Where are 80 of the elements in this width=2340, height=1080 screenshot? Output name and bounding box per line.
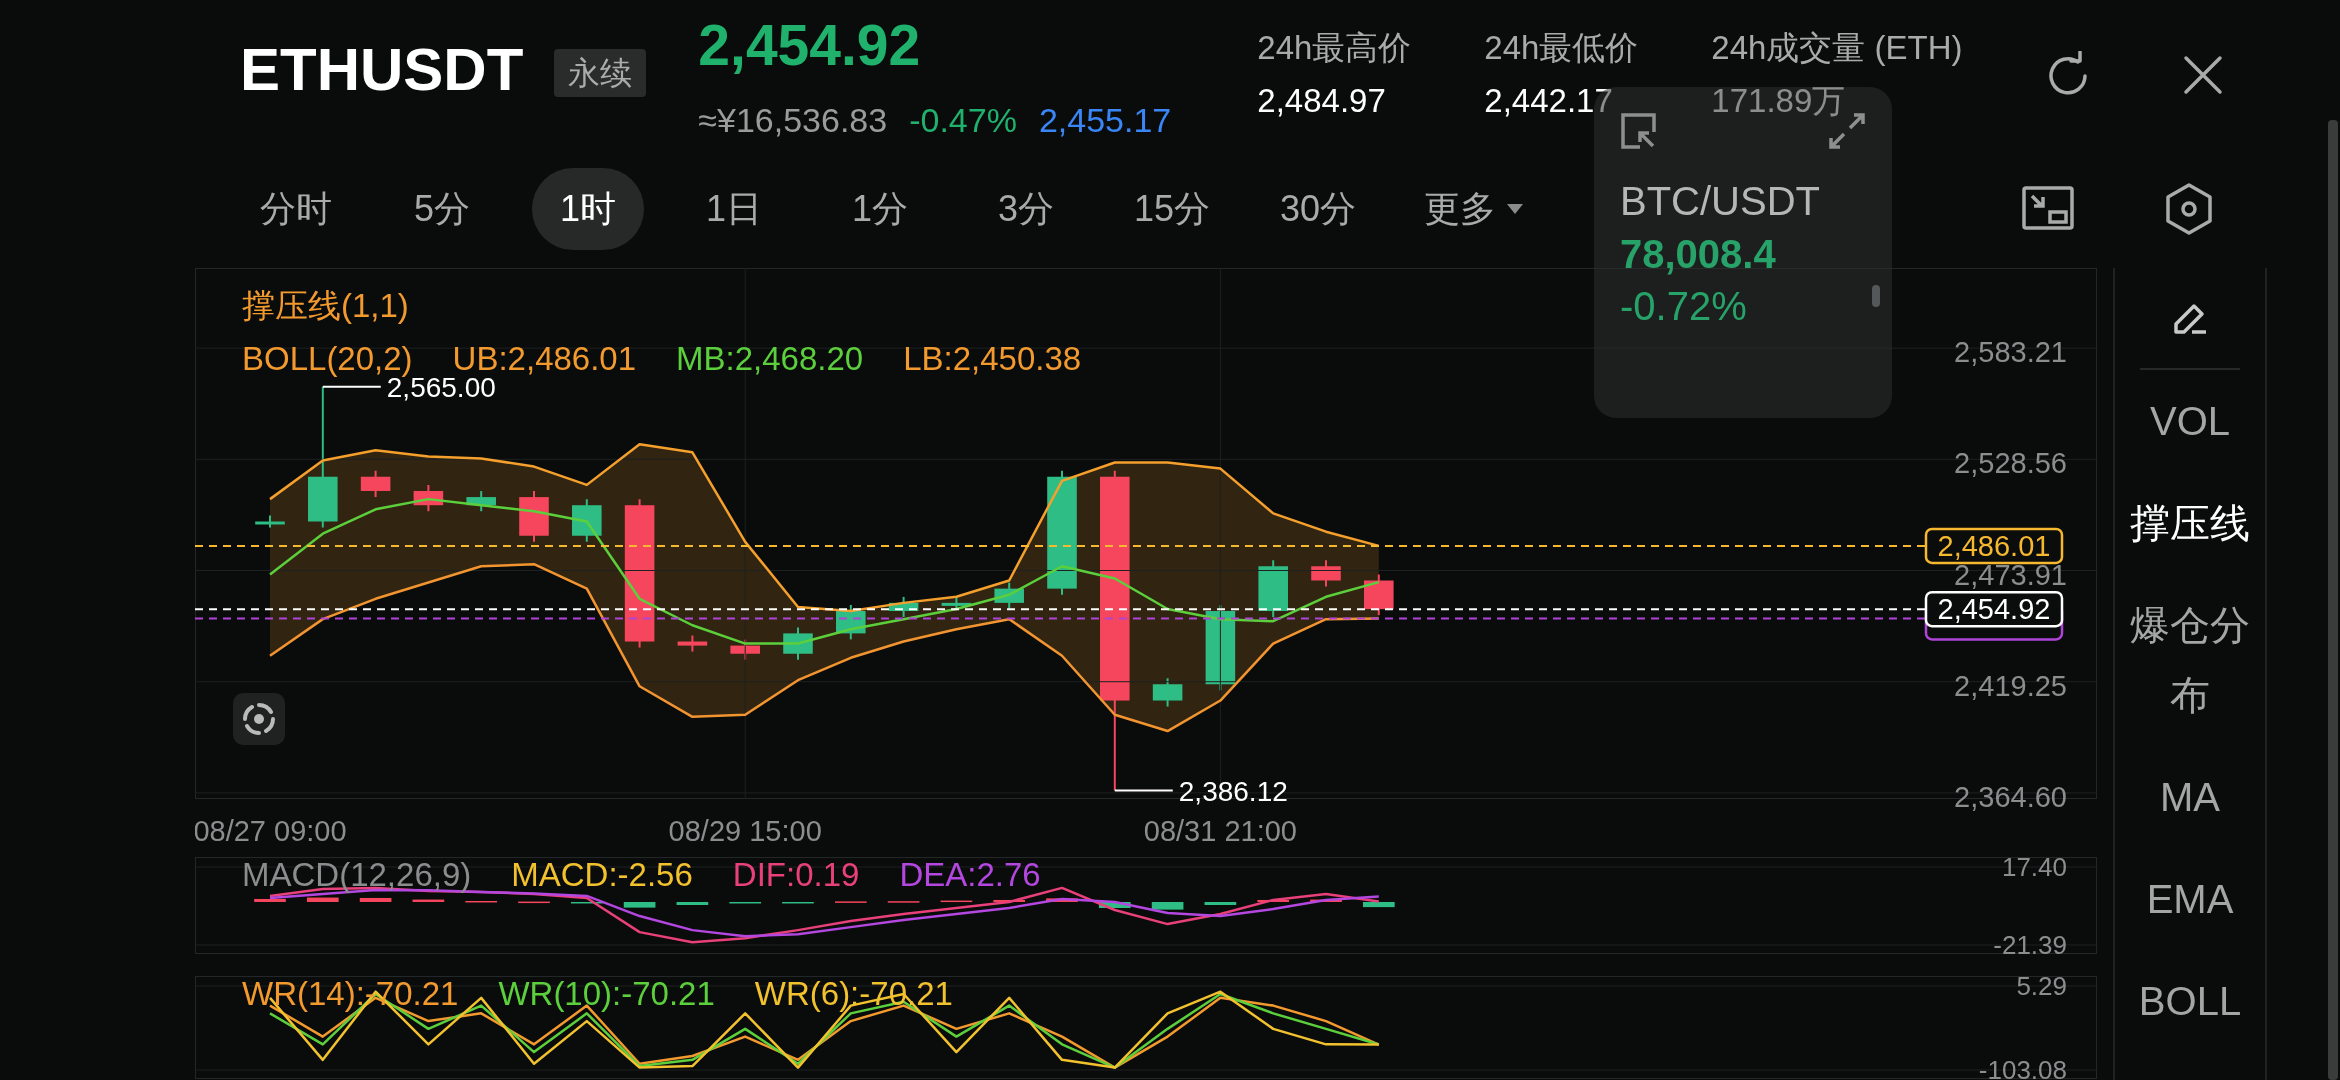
stat-label: 24h成交量 (ETH) xyxy=(1711,30,1963,66)
price-tag: 2,486.01 xyxy=(1924,527,2064,565)
candlestick xyxy=(360,469,391,498)
timeframe-tab[interactable]: 15分 xyxy=(1116,168,1228,250)
timeframe-tab[interactable]: 5分 xyxy=(386,168,498,250)
timeframe-tab[interactable]: 3分 xyxy=(970,168,1082,250)
axis-label: -21.39 xyxy=(1993,930,2067,954)
timeframe-tab[interactable]: 1时 xyxy=(532,168,644,250)
axis-label: 08/31 21:00 xyxy=(1143,815,1297,847)
timeframe-tab[interactable]: 分时 xyxy=(240,168,352,250)
candlestick xyxy=(519,490,549,543)
indicator-tab[interactable]: EMA xyxy=(2125,848,2255,950)
stat-value: 2,442.17 xyxy=(1484,83,1614,119)
legend-label: DIF:0.19 xyxy=(732,857,860,893)
axis-label: 2,364.60 xyxy=(1954,780,2067,813)
legend-label: UB:2,486.01 xyxy=(452,339,637,378)
price-label: 2,386.12 xyxy=(1178,775,1288,807)
leader-line xyxy=(1113,789,1174,792)
indicator-tab[interactable]: BOLL xyxy=(2125,950,2255,1052)
legend-label: WR(6):-70.21 xyxy=(754,976,953,1012)
candlestick xyxy=(1258,559,1288,618)
axis-label: 2,583.21 xyxy=(1954,336,2067,369)
ticker-price: 78,008.4 xyxy=(1620,231,1777,278)
ticker-pair: BTC/USDT xyxy=(1620,178,1821,225)
legend-label: MACD:-2.56 xyxy=(511,857,693,893)
axis-label: 17.40 xyxy=(2001,857,2067,882)
price-tag: 2,454.92 xyxy=(1924,590,2064,628)
stat-value: 171.89万 xyxy=(1711,83,1847,119)
candlestick xyxy=(466,490,496,513)
candlestick xyxy=(730,638,760,661)
contract-tag: 永续 xyxy=(554,49,647,97)
indicator-tab[interactable]: 撑压线 xyxy=(2125,472,2255,574)
axis-label: 08/29 15:00 xyxy=(668,815,822,847)
last-price: 2,454.92 xyxy=(698,17,922,73)
axis-label: 2,419.25 xyxy=(1954,669,2067,702)
candlestick xyxy=(677,634,708,653)
ticker-change: -0.72% xyxy=(1620,283,1748,330)
scroll-thumb[interactable] xyxy=(1872,285,1880,307)
stat-label: 24h最高价 xyxy=(1257,30,1413,66)
swirl-icon xyxy=(241,701,277,737)
indicator-tab[interactable]: MA xyxy=(2125,746,2255,848)
legend-label: LB:2,450.38 xyxy=(903,339,1082,379)
candlestick xyxy=(1364,573,1394,617)
indicator-label: 撑压线(1,1) xyxy=(242,286,410,326)
mark-price: 2,455.17 xyxy=(1038,101,1172,139)
return-window-icon[interactable] xyxy=(1620,112,1658,150)
candlestick xyxy=(1311,559,1341,588)
candlestick xyxy=(413,484,444,513)
stat-value: 2,484.97 xyxy=(1257,83,1387,119)
timeframe-tab[interactable]: 30分 xyxy=(1262,168,1374,250)
legend-label: MACD(12,26,9) xyxy=(242,857,472,893)
axis-label: 08/27 09:00 xyxy=(195,815,347,847)
candlestick xyxy=(1152,677,1183,708)
candlestick xyxy=(941,595,972,610)
scrollbar[interactable] xyxy=(2328,120,2338,1080)
indicator-tab[interactable]: 爆仓分布 xyxy=(2125,574,2255,746)
legend-label: WR(14):-70.21 xyxy=(242,976,459,1012)
candlestick xyxy=(572,498,602,543)
legend-label: DEA:2.76 xyxy=(899,857,1041,893)
legend-label: MB:2,468.20 xyxy=(676,339,864,379)
legend-label: WR(10):-70.21 xyxy=(498,976,715,1012)
fiat-price: ≈¥16,536.83 xyxy=(698,101,888,139)
timeframe-tab[interactable]: 1日 xyxy=(678,168,790,250)
leader-line xyxy=(321,385,382,388)
caret-icon xyxy=(1506,203,1524,215)
timeframe-tab[interactable]: 1分 xyxy=(824,168,936,250)
candlestick xyxy=(836,604,866,641)
symbol-title: ETHUSDT xyxy=(240,40,524,100)
candlestick xyxy=(888,595,919,618)
price-change: -0.47% xyxy=(909,101,1017,139)
axis-label: 2,528.56 xyxy=(1954,447,2067,480)
candlestick xyxy=(783,626,813,661)
indicator-tab[interactable]: VOL xyxy=(2125,370,2255,472)
axis-label: 5.29 xyxy=(2016,976,2067,1001)
logo-button[interactable] xyxy=(233,693,285,745)
axis-label: -103.08 xyxy=(1978,1055,2067,1079)
candlestick xyxy=(994,581,1024,610)
candlestick xyxy=(255,514,285,529)
timeframe-tab[interactable]: 更多 xyxy=(1408,168,1540,250)
stat-label: 24h最低价 xyxy=(1484,30,1640,66)
